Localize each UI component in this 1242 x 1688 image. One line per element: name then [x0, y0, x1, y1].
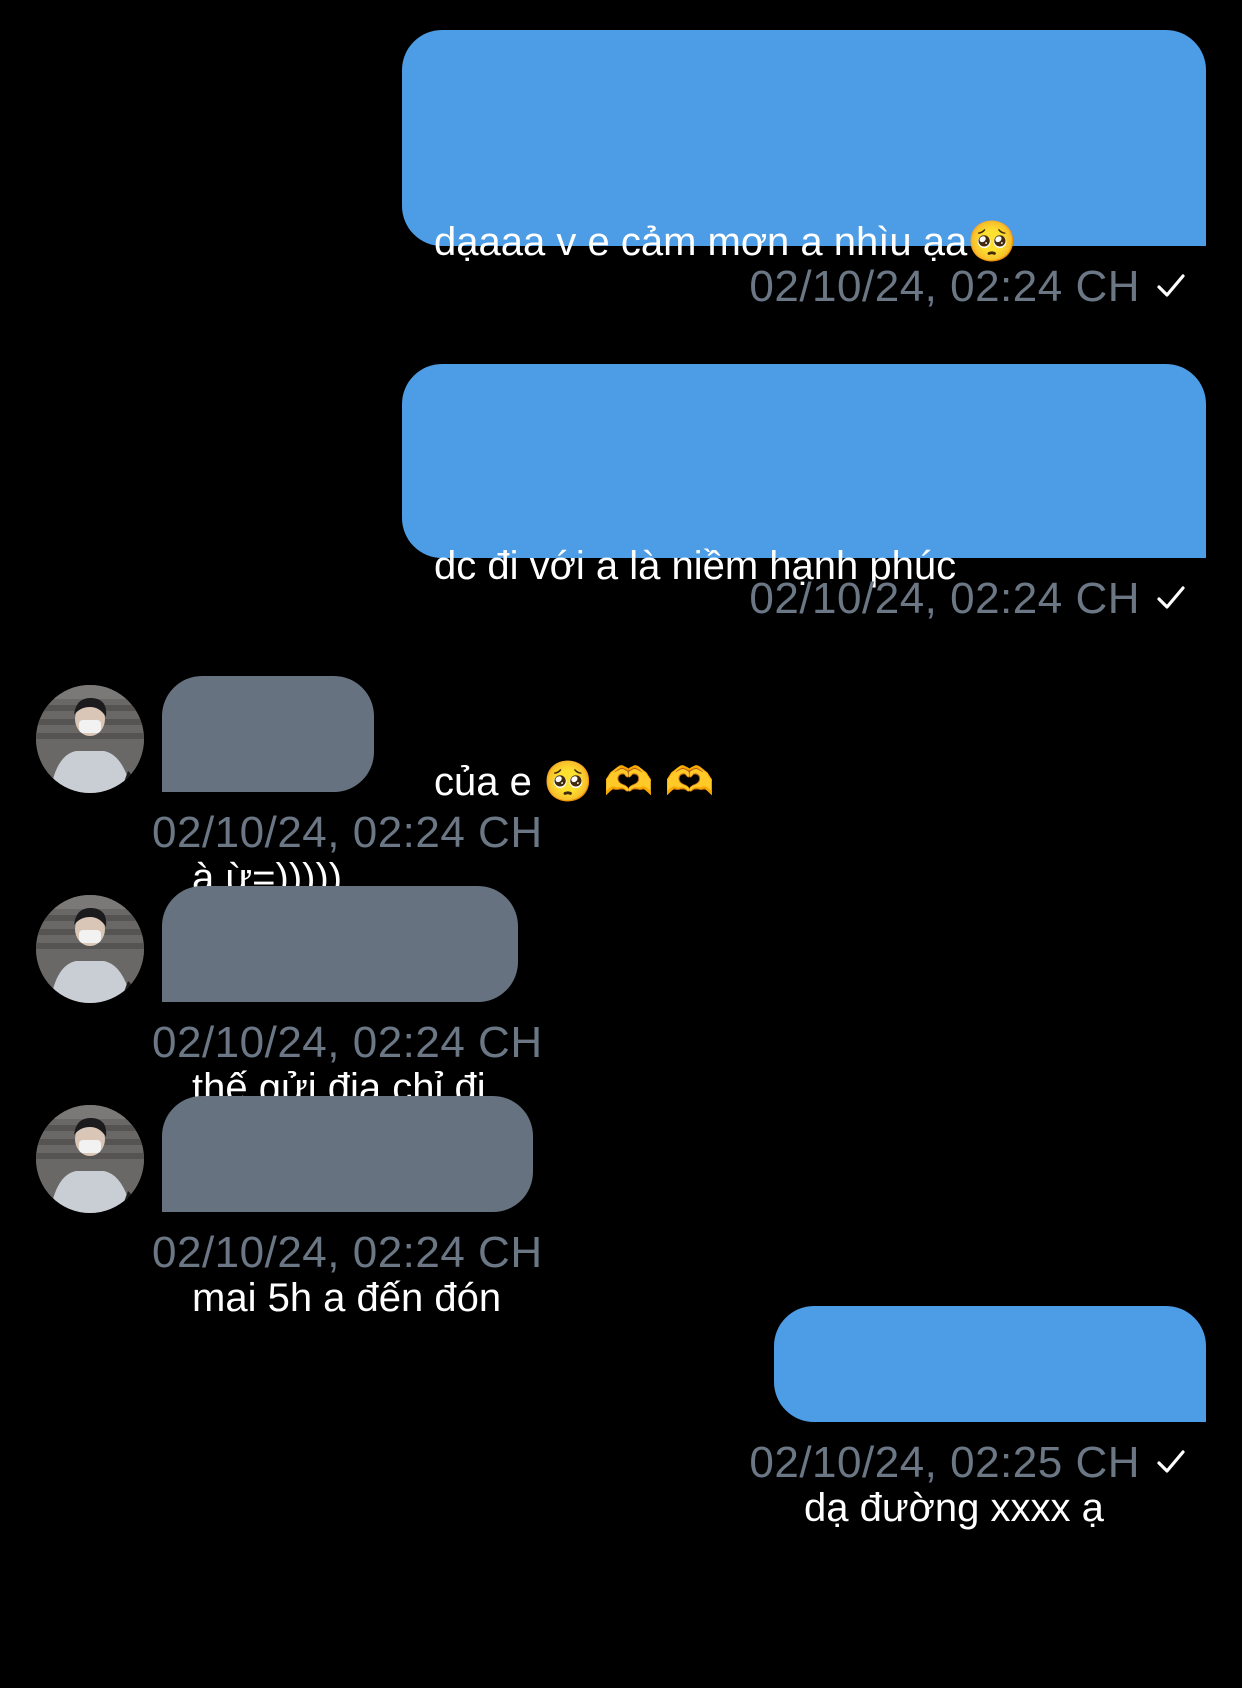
timestamp-text: 02/10/24, 02:25 CH	[749, 1438, 1140, 1487]
message-text-line: của e 🥺 🫶 🫶	[434, 760, 715, 804]
contact-avatar[interactable]	[36, 895, 144, 1003]
sent-check-icon	[1157, 586, 1185, 609]
contact-avatar[interactable]	[36, 1105, 144, 1213]
sent-check-icon	[1157, 1450, 1185, 1473]
timestamp-text: 02/10/24, 02:24 CH	[152, 1228, 543, 1277]
sent-check-icon	[1157, 274, 1185, 297]
message-timestamp: 02/10/24, 02:24 CH	[749, 262, 1186, 312]
avatar-image	[36, 1105, 144, 1213]
message-timestamp: 02/10/24, 02:24 CH	[749, 574, 1186, 624]
message-timestamp: 02/10/24, 02:24 CH	[152, 1228, 543, 1278]
incoming-message-bubble[interactable]: à ừ=)))))	[162, 676, 375, 900]
message-timestamp: 02/10/24, 02:25 CH	[749, 1438, 1186, 1488]
timestamp-text: 02/10/24, 02:24 CH	[152, 808, 543, 857]
contact-avatar[interactable]	[36, 685, 144, 793]
outgoing-message-bubble[interactable]: dc đi với a là niềm hạnh phúc của e 🥺 🫶 …	[402, 364, 1206, 804]
message-timestamp: 02/10/24, 02:24 CH	[152, 1018, 543, 1068]
timestamp-text: 02/10/24, 02:24 CH	[749, 262, 1140, 311]
message-timestamp: 02/10/24, 02:24 CH	[152, 808, 543, 858]
incoming-message-bubble[interactable]: mai 5h a đến đón	[162, 1096, 534, 1320]
avatar-image	[36, 895, 144, 1003]
timestamp-text: 02/10/24, 02:24 CH	[749, 574, 1140, 623]
incoming-message-bubble[interactable]: thế gửi địa chỉ đi	[162, 886, 518, 1110]
outgoing-message-bubble[interactable]: dạaaa v e cảm mơn a nhìu ạa🥺 🥺 💖 💖 💖	[402, 30, 1206, 480]
timestamp-text: 02/10/24, 02:24 CH	[152, 1018, 543, 1067]
message-thread: dạaaa v e cảm mơn a nhìu ạa🥺 🥺 💖 💖 💖 02/…	[0, 0, 1242, 1530]
outgoing-message-bubble[interactable]: dạ đường xxxx ạ	[774, 1306, 1206, 1530]
avatar-image	[36, 685, 144, 793]
